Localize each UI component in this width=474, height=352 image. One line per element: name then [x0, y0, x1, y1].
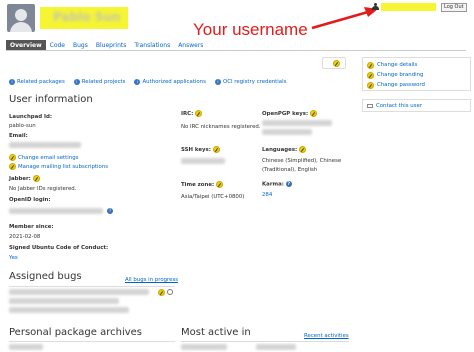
most-active-row-1[interactable] — [181, 344, 227, 350]
timezone-value: Asia/Taipei (UTC+0800) — [181, 194, 245, 200]
help-icon[interactable]: ? — [285, 181, 292, 187]
edit-icon — [9, 163, 16, 170]
most-active-divider — [181, 341, 349, 342]
bug-row-1[interactable] — [9, 289, 149, 295]
edit-icon[interactable] — [299, 146, 307, 153]
irc-value: No IRC nicknames registered. — [181, 124, 261, 130]
irc-label: IRC: — [181, 110, 203, 117]
jabber-label: Jabber: — [9, 175, 40, 182]
edit-icon — [9, 154, 16, 161]
most-active-heading: Most active in — [181, 327, 251, 338]
recent-activities-link[interactable]: Recent activities — [304, 333, 349, 339]
openid-value — [9, 208, 103, 214]
openpgp-value-1 — [262, 120, 332, 126]
languages-value-1: Chinese (Simplified), Chinese — [262, 158, 342, 164]
change-details-link[interactable]: Change details — [363, 60, 470, 70]
member-since-value: 2021-02-08 — [9, 234, 41, 240]
launchpad-id-value: pablo-sun — [9, 123, 36, 129]
edit-icon[interactable] — [216, 181, 224, 188]
bug-status-icon — [167, 289, 173, 295]
email-value — [9, 142, 81, 148]
info-icon: i — [214, 79, 221, 85]
languages-label: Languages: — [262, 146, 307, 153]
edit-icon — [367, 71, 374, 79]
change-branding-link[interactable]: Change branding — [363, 70, 470, 80]
openid-label: OpenID login: — [9, 197, 51, 203]
edit-icon — [367, 61, 374, 69]
manage-lists-link[interactable]: Manage mailing list subscriptions — [9, 163, 108, 170]
ppa-divider — [9, 341, 175, 342]
info-icon: i — [134, 79, 141, 85]
ppa-heading: Personal package archives — [9, 327, 142, 338]
languages-value-2: (Traditional), English — [262, 167, 318, 173]
oci-credentials-link[interactable]: i OCI registry credentials — [214, 79, 286, 85]
openpgp-value-2 — [262, 129, 312, 135]
bug-row-2[interactable] — [9, 298, 119, 304]
contact-box: Contact this user — [362, 99, 471, 112]
avatar — [7, 4, 35, 32]
tab-divider — [6, 50, 466, 51]
launchpad-id-label: Launchpad Id: — [9, 114, 53, 120]
user-icon — [372, 3, 379, 11]
edit-icon — [333, 60, 340, 67]
annotation-text: Your username — [193, 20, 308, 39]
mail-icon — [367, 104, 373, 108]
openpgp-label: OpenPGP keys: — [262, 110, 318, 117]
contact-user-link[interactable]: Contact this user — [363, 101, 470, 111]
logout-button[interactable]: Log Out — [441, 3, 467, 12]
info-icon: i — [73, 79, 80, 85]
email-label: Email: — [9, 133, 28, 139]
authorized-apps-link[interactable]: i Authorized applications — [134, 79, 206, 85]
change-email-link[interactable]: Change email settings — [9, 154, 78, 161]
ssh-label: SSH keys: — [181, 146, 220, 153]
bug-importance-icon — [158, 289, 165, 296]
edit-icon — [367, 81, 374, 89]
change-password-link[interactable]: Change password — [363, 80, 470, 90]
coc-label: Signed Ubuntu Code of Conduct: — [9, 245, 109, 251]
related-packages-link[interactable]: i Related packages — [9, 79, 65, 85]
ppa-row-1[interactable] — [9, 344, 43, 350]
all-bugs-link[interactable]: All bugs in progress — [125, 277, 178, 283]
help-icon[interactable]: ? — [107, 208, 113, 214]
most-active-row-1-stat — [256, 344, 296, 350]
account-actions: Change details Change branding Change pa… — [362, 57, 471, 91]
bugs-divider — [9, 286, 175, 287]
edit-icon[interactable] — [195, 110, 203, 117]
edit-summary-button[interactable] — [322, 57, 346, 69]
member-since-label: Member since: — [9, 224, 54, 230]
edit-icon[interactable] — [32, 175, 40, 182]
timezone-label: Time zone: — [181, 181, 224, 188]
jabber-value: No Jabber IDs registered. — [9, 186, 77, 192]
user-info-heading: User information — [9, 94, 93, 105]
karma-value[interactable]: 284 — [262, 192, 272, 198]
edit-icon[interactable] — [212, 146, 220, 153]
karma-label: Karma: ? — [262, 181, 292, 188]
coc-value[interactable]: Yes — [9, 255, 18, 261]
display-name-highlight: Pablo Sun — [40, 7, 128, 29]
info-icon: i — [9, 79, 15, 85]
related-projects-link[interactable]: i Related projects — [73, 79, 125, 85]
ssh-value — [181, 158, 225, 164]
related-links: i Related packages i Related projects i Aut… — [9, 79, 286, 85]
edit-icon[interactable] — [310, 110, 318, 117]
assigned-bugs-heading: Assigned bugs — [9, 271, 82, 282]
username-link[interactable] — [381, 3, 436, 11]
display-name: Pablo Sun — [53, 10, 121, 24]
bug-row-3[interactable] — [9, 307, 129, 313]
